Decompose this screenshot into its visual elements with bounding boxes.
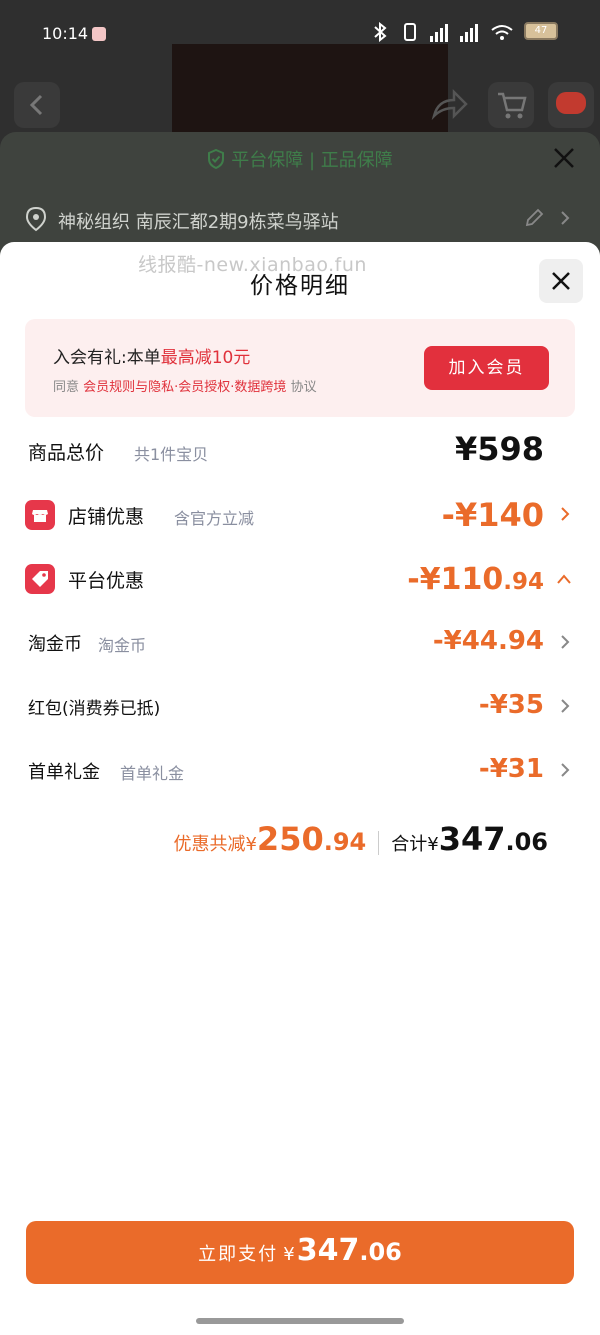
total-amount-main: 347 xyxy=(438,820,506,858)
back-arrow-icon xyxy=(29,94,43,116)
coin-amount: -¥44.94 xyxy=(432,626,544,656)
cart-icon xyxy=(498,92,527,119)
pay-currency: ¥ xyxy=(283,1244,297,1265)
row-label: 首单礼金 xyxy=(28,762,100,783)
message-button[interactable] xyxy=(548,82,594,128)
close-icon xyxy=(554,148,574,168)
sheet-title: 价格明细 xyxy=(250,273,350,299)
row-label: 红包(消费券已抵) xyxy=(28,699,161,719)
address-row[interactable]: 神秘组织 南辰汇都2期9栋菜鸟驿站 xyxy=(24,206,580,234)
price-tag-icon xyxy=(25,564,55,594)
discount-amount-decimal: .94 xyxy=(323,828,367,856)
message-icon xyxy=(556,92,586,114)
total-label: 合计¥ xyxy=(391,834,439,855)
row-label: 店铺优惠 xyxy=(68,506,145,528)
row-sub: 淘金币 xyxy=(98,636,147,655)
agreement-link[interactable]: 会员规则与隐私·会员授权·数据跨境 xyxy=(83,380,286,395)
chevron-right-icon xyxy=(560,762,570,782)
chevron-right-icon xyxy=(560,698,570,718)
row-shop-discount[interactable]: 店铺优惠 含官方立减 -¥140 xyxy=(0,492,600,542)
redpack-amount: -¥35 xyxy=(478,690,544,720)
row-coin[interactable]: 淘金币 淘金币 -¥44.94 xyxy=(0,620,600,670)
row-platform-discount[interactable]: 平台优惠 -¥110.94 xyxy=(0,556,600,606)
total-amount-decimal: .06 xyxy=(505,828,548,856)
row-sub: 共1件宝贝 xyxy=(134,445,209,464)
pay-amount-decimal: .06 xyxy=(359,1238,402,1266)
pay-now-button[interactable]: 立即支付 ¥347.06 xyxy=(26,1221,574,1284)
bluetooth-icon xyxy=(372,20,390,42)
row-label: 平台优惠 xyxy=(68,570,145,592)
guarantee-banner: 平台保障 | 正品保障 xyxy=(0,146,600,174)
chevron-right-icon xyxy=(560,634,570,654)
cart-button[interactable] xyxy=(488,82,534,128)
pay-amount-main: 347 xyxy=(296,1233,360,1268)
join-member-button[interactable]: 加入会员 xyxy=(424,346,549,390)
share-button[interactable] xyxy=(424,82,470,128)
member-card: 入会有礼:本单最高减10元 同意 会员规则与隐私·会员授权·数据跨境 协议 加入… xyxy=(25,319,575,417)
first-order-amount: -¥31 xyxy=(478,754,544,784)
chevron-right-icon xyxy=(560,506,570,526)
row-redpack[interactable]: 红包(消费券已抵) -¥35 xyxy=(0,684,600,734)
notification-icon xyxy=(92,27,106,41)
wifi-icon xyxy=(490,20,514,42)
shop-icon xyxy=(25,500,55,530)
close-icon xyxy=(552,272,570,290)
shield-icon xyxy=(207,148,225,174)
address-text: 神秘组织 南辰汇都2期9栋菜鸟驿站 xyxy=(58,212,339,233)
guarantee-text: 平台保障 | 正品保障 xyxy=(231,150,393,171)
row-sub: 含官方立减 xyxy=(174,509,255,528)
close-button[interactable] xyxy=(539,259,583,303)
edit-icon[interactable] xyxy=(524,208,544,233)
signal-icon-2 xyxy=(460,20,480,42)
member-offer-text: 入会有礼:本单最高减10元 xyxy=(53,348,251,368)
order-close-button[interactable] xyxy=(550,144,578,172)
vibrate-icon xyxy=(400,20,420,42)
total-price-amount: ¥598 xyxy=(454,430,544,468)
row-label: 商品总价 xyxy=(28,442,105,464)
price-summary: 优惠共减¥ 250 .94 合计¥ 347 .06 xyxy=(173,820,548,866)
battery-icon: 47 xyxy=(524,22,558,40)
discount-label: 优惠共减¥ xyxy=(173,834,257,855)
home-indicator[interactable] xyxy=(196,1318,404,1324)
chevron-up-icon xyxy=(556,570,572,589)
location-pin-icon xyxy=(24,206,48,237)
pay-label: 立即支付 xyxy=(198,1244,279,1265)
row-label: 淘金币 xyxy=(28,634,82,655)
shop-discount-amount: -¥140 xyxy=(441,496,544,534)
discount-amount-main: 250 xyxy=(256,820,324,858)
divider xyxy=(378,831,380,855)
share-icon xyxy=(431,88,468,121)
signal-icon xyxy=(430,20,450,42)
status-icons: 47 xyxy=(372,20,558,42)
platform-discount-amount: -¥110.94 xyxy=(407,562,544,597)
member-agreement-text: 同意 会员规则与隐私·会员授权·数据跨境 协议 xyxy=(53,380,317,395)
row-sub: 首单礼金 xyxy=(120,764,185,783)
status-time: 10:14 xyxy=(42,24,89,43)
back-button[interactable] xyxy=(14,82,60,128)
row-first-order[interactable]: 首单礼金 首单礼金 -¥31 xyxy=(0,748,600,798)
chevron-right-icon xyxy=(560,210,570,231)
